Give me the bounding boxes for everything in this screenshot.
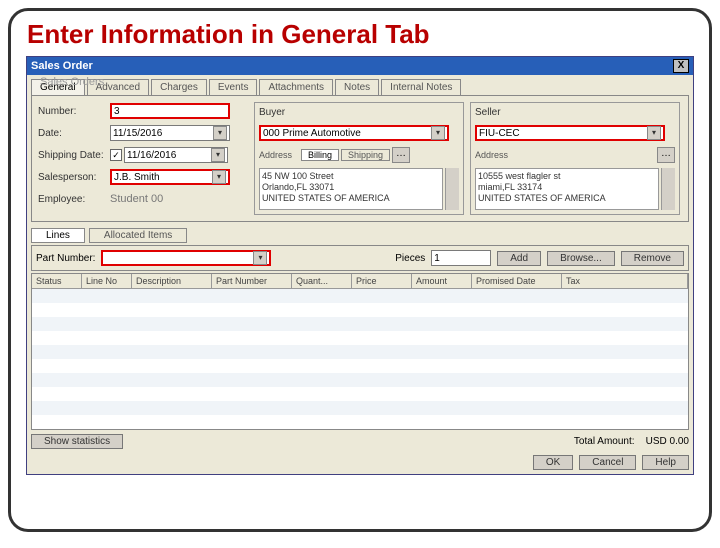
employee-label: Employee:	[38, 194, 108, 205]
main-tabs: General Advanced Charges Events Attachme…	[27, 75, 693, 95]
date-field[interactable]: 11/15/2016 ▾	[110, 125, 230, 141]
date-label: Date:	[38, 128, 108, 139]
col-promised-date[interactable]: Promised Date	[472, 274, 562, 288]
buyer-addr-line1: 45 NW 100 Street	[262, 171, 440, 182]
seller-value: FIU-CEC	[479, 128, 520, 139]
slide-title: Enter Information in General Tab	[27, 19, 699, 50]
grid-header: Status Line No Description Part Number Q…	[32, 274, 688, 289]
buyer-address-label: Address	[259, 150, 299, 160]
seller-addr-line3: UNITED STATES OF AMERICA	[478, 193, 656, 204]
buyer-field[interactable]: 000 Prime Automotive ▾	[259, 125, 449, 141]
salesperson-label: Salesperson:	[38, 172, 108, 183]
show-statistics-button[interactable]: Show statistics	[31, 434, 123, 449]
subtab-lines[interactable]: Lines	[31, 228, 85, 243]
browse-button[interactable]: Browse...	[547, 251, 615, 266]
col-line-no[interactable]: Line No	[82, 274, 132, 288]
left-column: Number: Date: 11/15/2016 ▾ Shipping Date…	[38, 102, 248, 215]
number-field[interactable]	[110, 103, 230, 119]
part-number-label: Part Number:	[36, 253, 95, 264]
footer-bar: Show statistics Total Amount: USD 0.00	[31, 434, 689, 449]
background-window-title: Sales Orders	[40, 76, 104, 88]
general-panel: Number: Date: 11/15/2016 ▾ Shipping Date…	[31, 95, 689, 222]
dialog-buttons: OK Cancel Help	[31, 455, 689, 470]
buyer-group: Buyer 000 Prime Automotive ▾ Address Bil…	[254, 102, 464, 215]
seller-group: Seller FIU-CEC ▾ Address … 10555 west fl…	[470, 102, 680, 215]
tab-attachments[interactable]: Attachments	[259, 79, 333, 95]
shipping-date-value: 11/16/2016	[127, 150, 176, 161]
col-part-number[interactable]: Part Number	[212, 274, 292, 288]
tab-internal-notes[interactable]: Internal Notes	[381, 79, 461, 95]
add-button[interactable]: Add	[497, 251, 541, 266]
part-number-field[interactable]: ▾	[101, 250, 271, 266]
seller-addr-line1: 10555 west flagler st	[478, 171, 656, 182]
chevron-down-icon[interactable]: ▾	[647, 126, 661, 140]
col-tax[interactable]: Tax	[562, 274, 688, 288]
buyer-billing-tab[interactable]: Billing	[301, 149, 339, 161]
col-description[interactable]: Description	[132, 274, 212, 288]
buyer-address-box: 45 NW 100 Street Orlando,FL 33071 UNITED…	[259, 168, 443, 210]
line-entry-bar: Part Number: ▾ Pieces Add Browse... Remo…	[31, 245, 689, 271]
buyer-value: 000 Prime Automotive	[263, 128, 361, 139]
pieces-field[interactable]	[431, 250, 491, 266]
grid-body[interactable]	[32, 289, 688, 429]
buyer-address-scrollbar[interactable]	[445, 168, 459, 210]
shipping-date-label: Shipping Date:	[38, 150, 108, 161]
window-titlebar: Sales Order X	[27, 57, 693, 75]
close-button[interactable]: X	[673, 59, 689, 73]
help-button[interactable]: Help	[642, 455, 689, 470]
tab-events[interactable]: Events	[209, 79, 258, 95]
chevron-down-icon[interactable]: ▾	[253, 251, 267, 265]
salesperson-value: J.B. Smith	[114, 172, 160, 183]
cancel-button[interactable]: Cancel	[579, 455, 636, 470]
tab-notes[interactable]: Notes	[335, 79, 379, 95]
buyer-title: Buyer	[259, 107, 459, 118]
chevron-down-icon[interactable]: ▾	[213, 126, 227, 140]
seller-address-scrollbar[interactable]	[661, 168, 675, 210]
remove-button[interactable]: Remove	[621, 251, 684, 266]
chevron-down-icon[interactable]: ▾	[431, 126, 445, 140]
date-value: 11/15/2016	[113, 128, 162, 139]
buyer-addr-line3: UNITED STATES OF AMERICA	[262, 193, 440, 204]
col-amount[interactable]: Amount	[412, 274, 472, 288]
seller-field[interactable]: FIU-CEC ▾	[475, 125, 665, 141]
col-quantity[interactable]: Quant...	[292, 274, 352, 288]
chevron-down-icon[interactable]: ▾	[211, 148, 225, 162]
tab-charges[interactable]: Charges	[151, 79, 207, 95]
seller-address-ellipsis-button[interactable]: …	[657, 147, 675, 163]
seller-address-box: 10555 west flagler st miami,FL 33174 UNI…	[475, 168, 659, 210]
col-price[interactable]: Price	[352, 274, 412, 288]
col-status[interactable]: Status	[32, 274, 82, 288]
number-label: Number:	[38, 106, 108, 117]
sales-order-window: Sales Order X General Advanced Charges E…	[26, 56, 694, 475]
chevron-down-icon[interactable]: ▾	[212, 170, 226, 184]
employee-value: Student 00	[110, 193, 163, 205]
lines-grid: Status Line No Description Part Number Q…	[31, 273, 689, 430]
salesperson-field[interactable]: J.B. Smith ▾	[110, 169, 230, 185]
window-title: Sales Order	[31, 60, 93, 72]
buyer-addr-line2: Orlando,FL 33071	[262, 182, 440, 193]
total-amount-value: USD 0.00	[646, 436, 689, 447]
seller-address-label: Address	[475, 150, 515, 160]
pieces-label: Pieces	[395, 253, 425, 264]
buyer-address-ellipsis-button[interactable]: …	[392, 147, 410, 163]
seller-addr-line2: miami,FL 33174	[478, 182, 656, 193]
total-amount-label: Total Amount:	[574, 436, 635, 447]
subtab-allocated-items[interactable]: Allocated Items	[89, 228, 187, 243]
buyer-shipping-tab[interactable]: Shipping	[341, 149, 390, 161]
lines-subtabs: Lines Allocated Items	[31, 228, 689, 243]
shipping-date-field[interactable]: 11/16/2016 ▾	[124, 147, 228, 163]
shipping-date-checkbox[interactable]: ✓	[110, 149, 122, 161]
seller-title: Seller	[475, 107, 675, 118]
ok-button[interactable]: OK	[533, 455, 573, 470]
